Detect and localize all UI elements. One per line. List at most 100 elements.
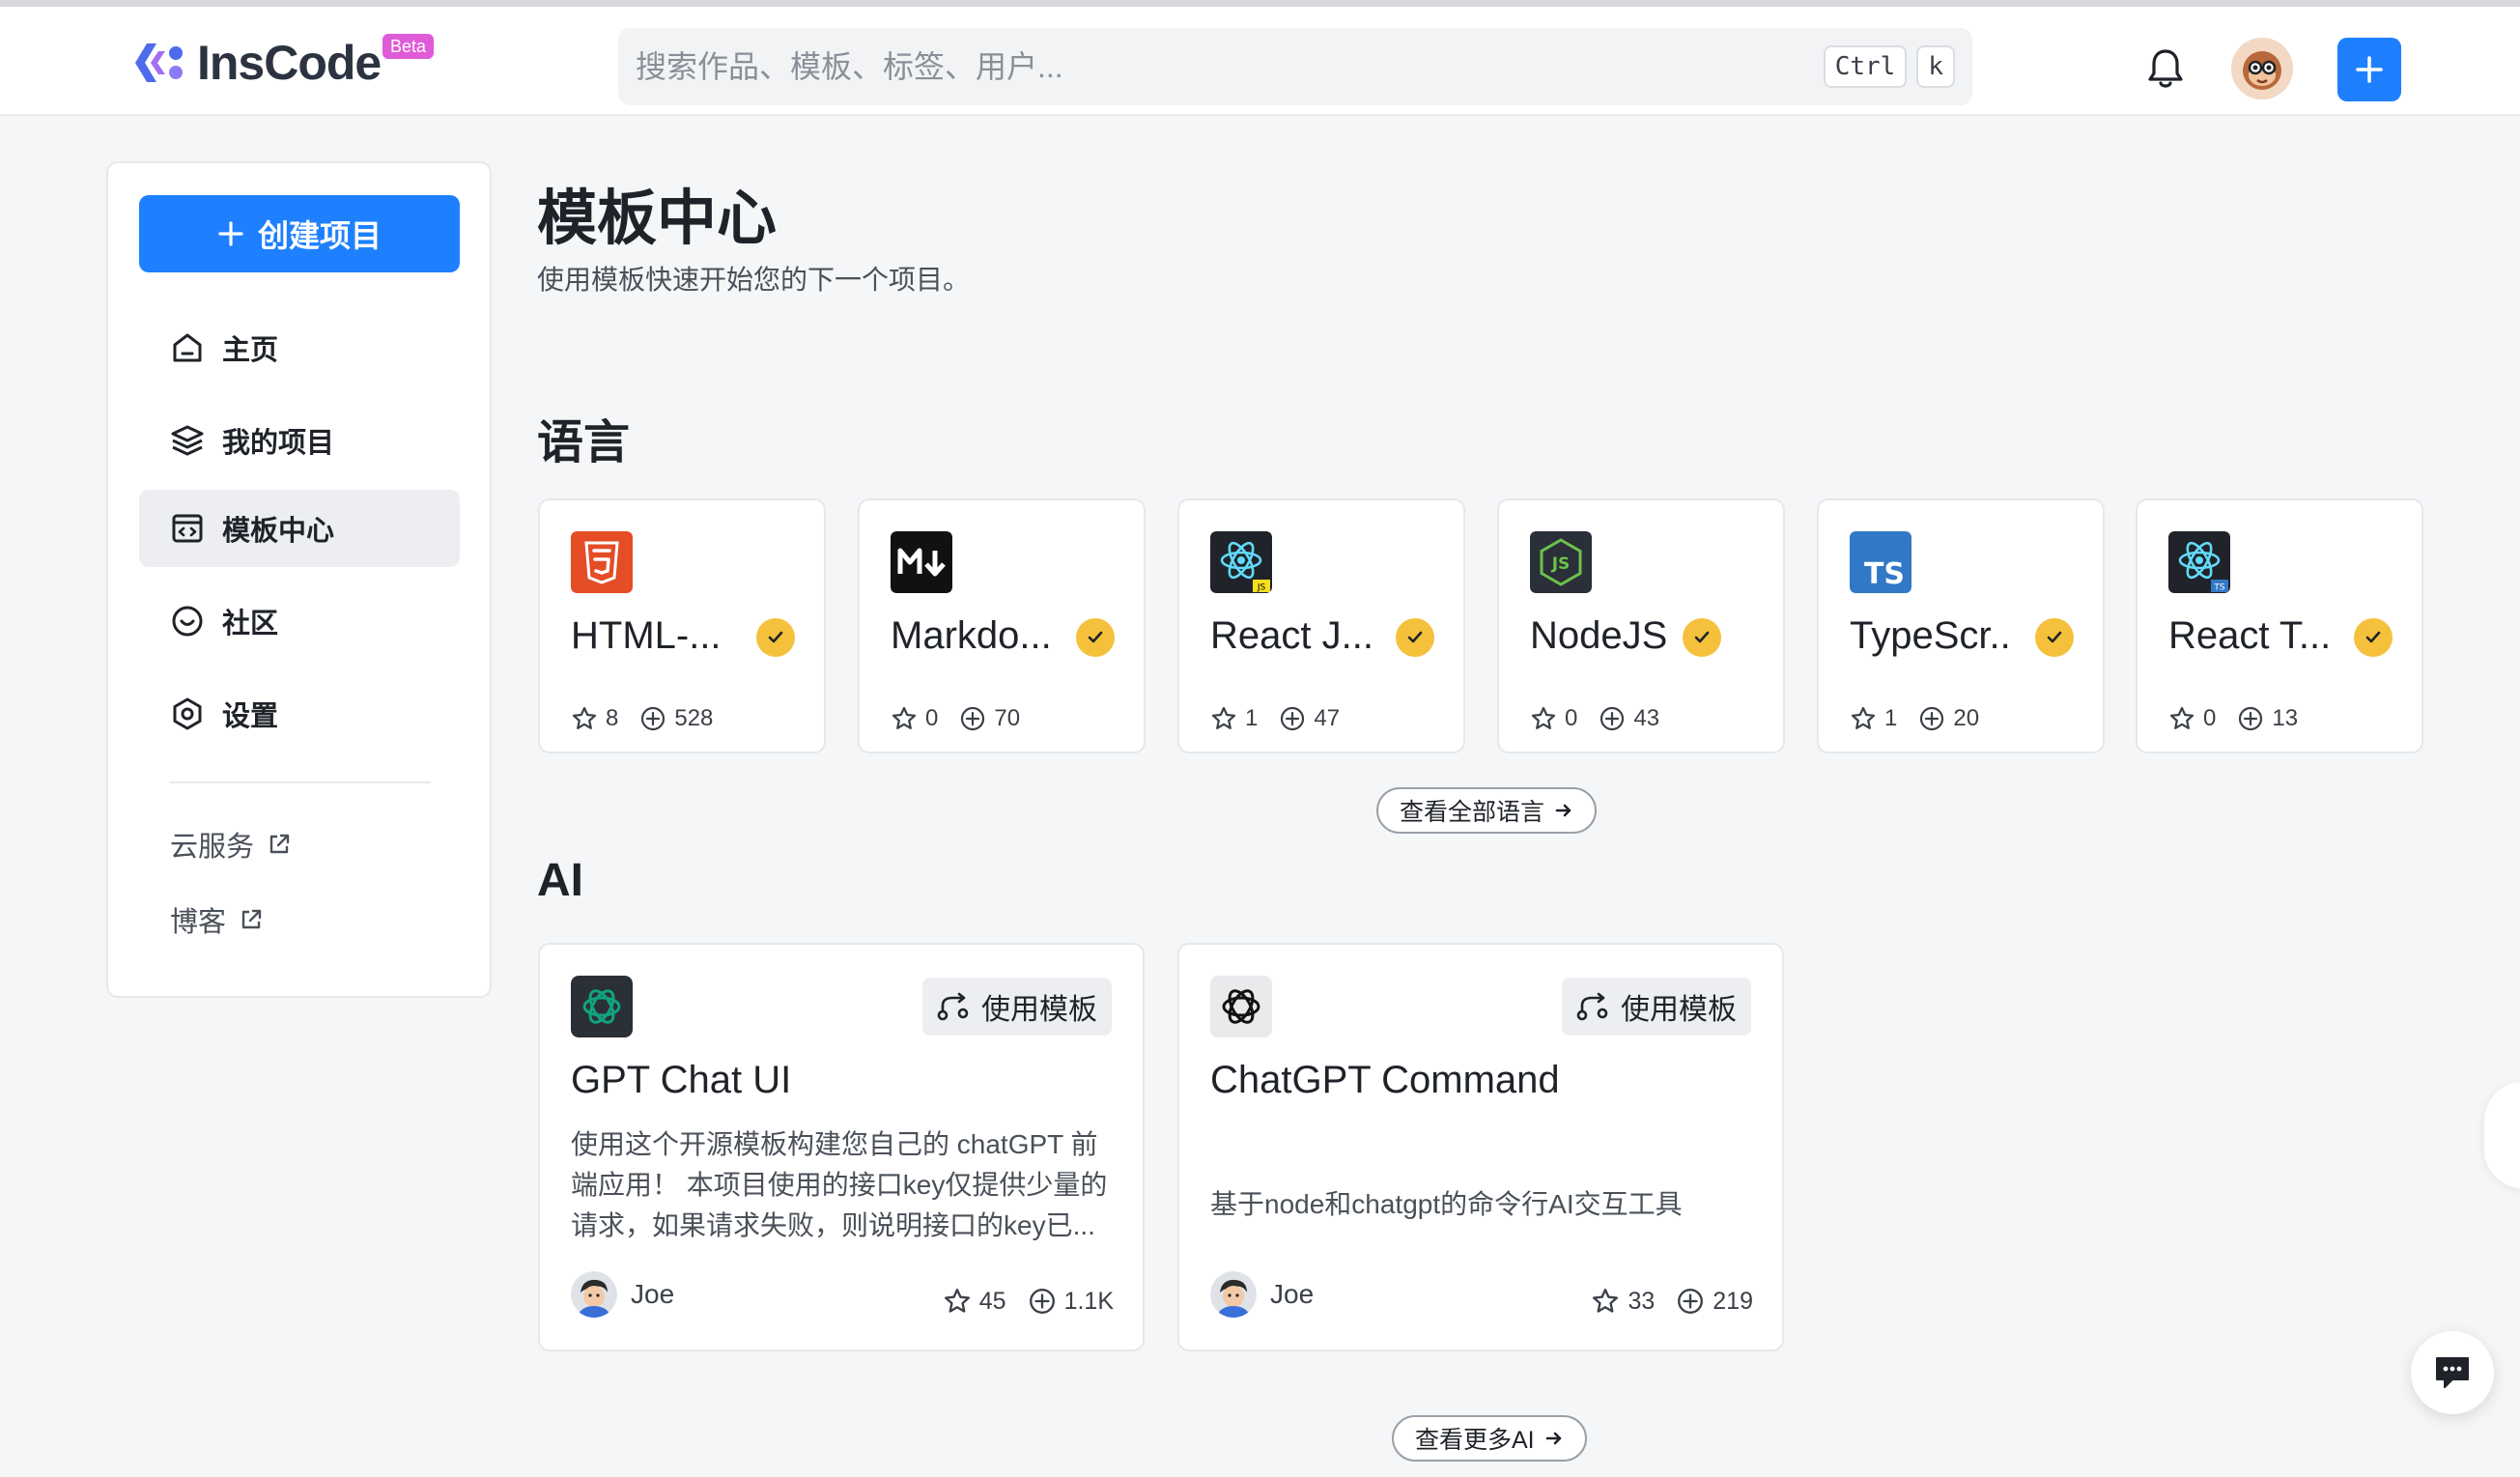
page-title: 模板中心 bbox=[537, 185, 778, 252]
template-stats: 8 528 bbox=[571, 705, 713, 732]
author-name: Joe bbox=[631, 1279, 675, 1309]
fork-plus-icon bbox=[1029, 1289, 1055, 1314]
create-plus-button[interactable] bbox=[2337, 38, 2401, 101]
fork-icon bbox=[937, 992, 969, 1021]
fork-plus-icon bbox=[2239, 706, 2263, 731]
ai-template-stats: 45 1.1K bbox=[943, 1287, 1114, 1316]
template-name: TypeScr... bbox=[1850, 614, 2014, 657]
verified-check-icon bbox=[756, 618, 795, 657]
avatar[interactable] bbox=[2231, 38, 2293, 99]
use-count: 43 bbox=[1633, 705, 1660, 731]
use-count: 1.1K bbox=[1063, 1287, 1114, 1315]
sidebar-item-home[interactable]: 主页 bbox=[139, 309, 460, 386]
bell-icon[interactable] bbox=[2146, 47, 2185, 90]
sidebar: 创建项目 主页 我的项目 模板中心 社区 设置 云服务 博客 bbox=[106, 161, 492, 998]
star-count: 33 bbox=[1628, 1287, 1656, 1315]
create-project-button[interactable]: 创建项目 bbox=[139, 195, 460, 272]
sidebar-item-templates[interactable]: 模板中心 bbox=[139, 490, 460, 567]
openai-icon bbox=[571, 976, 633, 1037]
template-card-react-ts[interactable]: TS React T... 0 13 bbox=[2136, 498, 2423, 753]
view-more-ai-button[interactable]: 查看更多AI bbox=[1392, 1415, 1587, 1462]
template-name: React J... bbox=[1210, 614, 1373, 657]
logo[interactable]: InsCode bbox=[133, 34, 382, 92]
use-count: 13 bbox=[2272, 705, 2299, 731]
author-avatar bbox=[1210, 1271, 1257, 1318]
verified-check-icon bbox=[2354, 618, 2393, 657]
use-template-label: 使用模板 bbox=[1621, 994, 1737, 1026]
star-count: 0 bbox=[2203, 705, 2217, 731]
ai-template-title: GPT Chat UI bbox=[571, 1059, 792, 1101]
layers-icon bbox=[171, 425, 204, 456]
typescript-icon: TS bbox=[1850, 531, 1911, 593]
star-count: 0 bbox=[1565, 705, 1578, 731]
template-card-nodejs[interactable]: JS NodeJS 0 43 bbox=[1497, 498, 1785, 753]
markdown-icon bbox=[891, 531, 952, 593]
ai-template-card-gpt-chat-ui[interactable]: 使用模板 GPT Chat UI 使用这个开源模板构建您自己的 chatGPT … bbox=[538, 943, 1145, 1351]
verified-check-icon bbox=[1076, 618, 1115, 657]
side-float-tab[interactable] bbox=[2484, 1082, 2520, 1188]
page-subtitle: 使用模板快速开始您的下一个项目。 bbox=[537, 265, 971, 295]
star-count: 45 bbox=[978, 1287, 1006, 1315]
author-avatar bbox=[571, 1271, 617, 1318]
search-input[interactable] bbox=[636, 48, 1814, 85]
external-link-icon bbox=[269, 834, 290, 854]
star-icon bbox=[1851, 706, 1876, 729]
ai-template-card-chatgpt-command[interactable]: 使用模板 ChatGPT Command 基于node和chatgpt的命令行A… bbox=[1177, 943, 1784, 1351]
logo-text: InsCode bbox=[197, 36, 382, 90]
template-card-react-js[interactable]: JS React J... 1 47 bbox=[1177, 498, 1465, 753]
sidebar-item-my-projects[interactable]: 我的项目 bbox=[139, 402, 460, 479]
use-count: 70 bbox=[994, 705, 1021, 731]
template-stats: 0 70 bbox=[891, 705, 1020, 732]
star-count: 0 bbox=[925, 705, 939, 731]
fork-plus-icon bbox=[1281, 706, 1305, 731]
shortcut-key-ctrl: Ctrl bbox=[1823, 45, 1908, 88]
use-template-button[interactable]: 使用模板 bbox=[922, 978, 1112, 1036]
blog-label: 博客 bbox=[170, 907, 227, 938]
star-count: 8 bbox=[606, 705, 619, 731]
cloud-service-link[interactable]: 云服务 bbox=[170, 824, 291, 865]
author-name: Joe bbox=[1270, 1279, 1315, 1309]
star-icon bbox=[1593, 1289, 1619, 1313]
view-all-languages-label: 查看全部语言 bbox=[1400, 799, 1545, 826]
use-count: 20 bbox=[1953, 705, 1980, 731]
verified-check-icon bbox=[2035, 618, 2074, 657]
monkey-avatar-icon bbox=[2231, 38, 2293, 99]
star-count: 1 bbox=[1245, 705, 1259, 731]
svg-text:JS: JS bbox=[1257, 583, 1266, 593]
sidebar-item-label: 设置 bbox=[222, 701, 279, 732]
cloud-service-label: 云服务 bbox=[170, 832, 255, 863]
search-bar[interactable]: Ctrl k bbox=[618, 28, 1972, 105]
blog-link[interactable]: 博客 bbox=[170, 899, 263, 940]
beta-badge: Beta bbox=[382, 34, 435, 59]
star-icon bbox=[572, 706, 597, 729]
star-icon bbox=[1531, 706, 1556, 729]
section-title-language: 语言 bbox=[537, 417, 631, 469]
plus-icon bbox=[2356, 56, 2383, 83]
view-all-languages-button[interactable]: 查看全部语言 bbox=[1376, 787, 1598, 834]
view-more-ai-label: 查看更多AI bbox=[1415, 1427, 1535, 1454]
template-name: NodeJS bbox=[1530, 614, 1668, 657]
template-card-markdown[interactable]: Markdo... 0 70 bbox=[858, 498, 1146, 753]
section-title-ai: AI bbox=[537, 855, 583, 906]
star-icon bbox=[2169, 706, 2194, 729]
use-count: 528 bbox=[674, 705, 714, 731]
react-js-icon: JS bbox=[1210, 531, 1272, 593]
template-name: HTML-... bbox=[571, 614, 722, 657]
star-icon bbox=[1211, 706, 1236, 729]
use-template-label: 使用模板 bbox=[981, 994, 1097, 1026]
template-card-html[interactable]: HTML-... 8 528 bbox=[538, 498, 826, 753]
author[interactable]: Joe bbox=[571, 1271, 674, 1318]
svg-text:JS: JS bbox=[1551, 554, 1571, 574]
template-card-typescript[interactable]: TS TypeScr... 1 20 bbox=[1817, 498, 2105, 753]
star-count: 1 bbox=[1884, 705, 1898, 731]
chat-float-button[interactable] bbox=[2411, 1331, 2494, 1414]
sidebar-item-settings[interactable]: 设置 bbox=[139, 675, 460, 753]
home-icon bbox=[173, 333, 202, 362]
fork-plus-icon bbox=[1600, 706, 1625, 731]
sidebar-item-community[interactable]: 社区 bbox=[139, 582, 460, 660]
use-template-button[interactable]: 使用模板 bbox=[1562, 978, 1751, 1036]
ai-template-description: 使用这个开源模板构建您自己的 chatGPT 前端应用！ 本项目使用的接口key… bbox=[571, 1129, 1108, 1240]
template-stats: 1 47 bbox=[1210, 705, 1340, 732]
author[interactable]: Joe bbox=[1210, 1271, 1314, 1318]
chat-bubble-icon bbox=[2436, 1357, 2469, 1388]
